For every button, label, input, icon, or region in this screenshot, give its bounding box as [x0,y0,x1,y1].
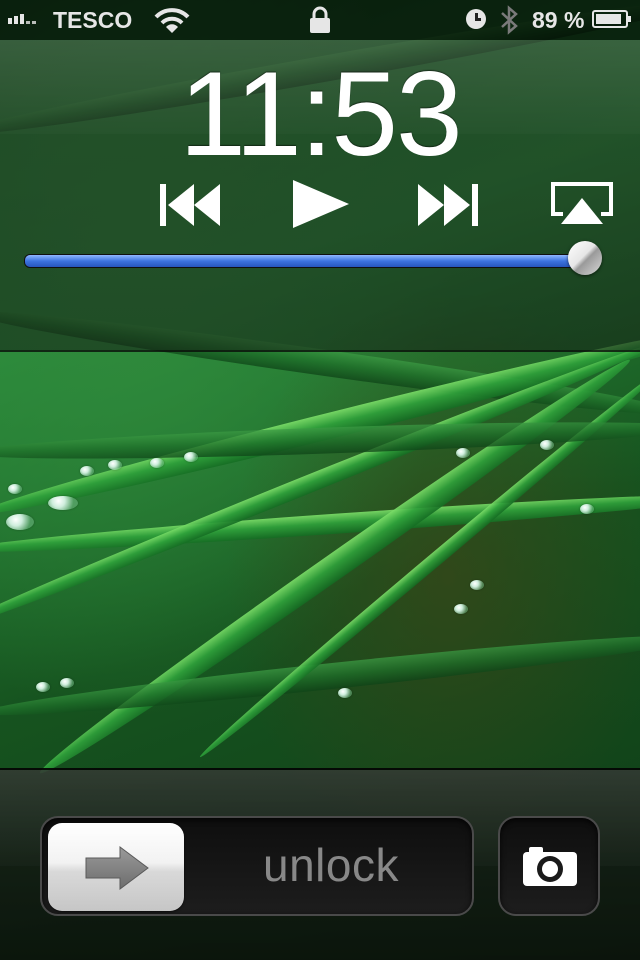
next-track-icon[interactable] [416,182,480,228]
bluetooth-icon [501,5,518,35]
play-icon[interactable] [291,178,351,230]
status-bar: TESCO 89 % [0,0,640,40]
camera-button[interactable] [498,816,600,916]
volume-knob[interactable] [567,241,602,275]
unlock-panel: unlock [0,768,640,960]
camera-icon [523,847,577,886]
now-playing-panel: 11:53 [0,40,640,352]
alarm-clock-icon [466,9,486,29]
carrier-name: TESCO [53,7,133,33]
signal-bars-icon [8,14,36,24]
previous-track-icon[interactable] [158,182,222,228]
battery-fill [596,14,621,24]
volume-slider[interactable] [24,241,614,275]
battery-percentage: 89 % [532,7,585,33]
arrow-right-icon [85,846,149,890]
lock-screen: TESCO 89 % 11:53 unlock [0,0,640,960]
lock-icon [310,6,330,33]
battery-icon [592,10,631,28]
unlock-knob[interactable] [48,823,184,911]
unlock-label: unlock [263,839,399,891]
volume-track[interactable] [24,254,596,268]
unlock-slider[interactable]: unlock [40,816,474,916]
lock-time: 11:53 [179,47,462,181]
wifi-icon [154,8,190,33]
airplay-icon[interactable] [549,180,615,228]
volume-fill [25,255,584,267]
